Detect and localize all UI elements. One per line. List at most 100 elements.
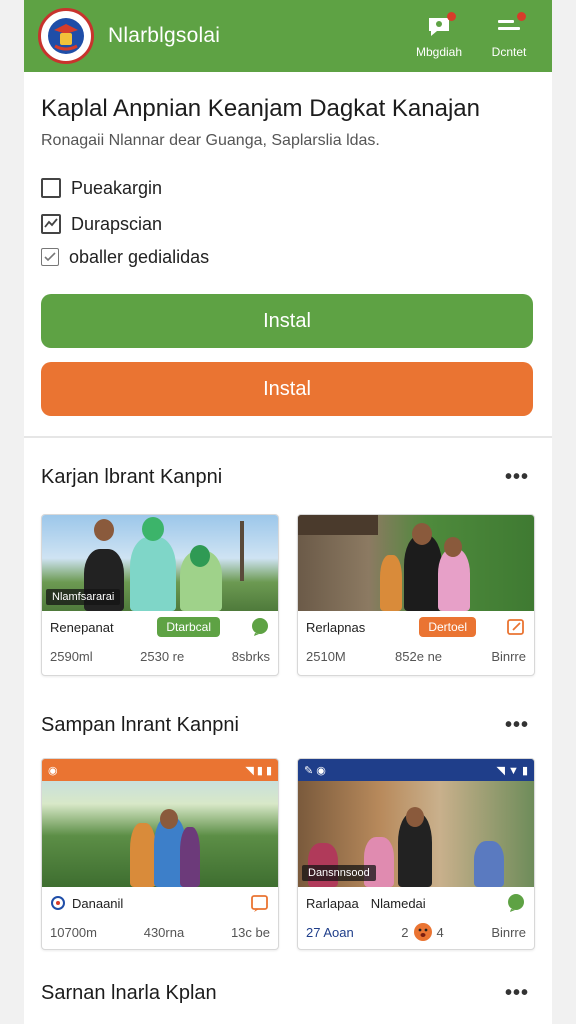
card-title: Rarlapaa (306, 895, 359, 911)
edit-icon[interactable] (506, 617, 526, 637)
card-stat: 430rna (143, 924, 185, 940)
card-stat: 4 (436, 924, 444, 940)
card-row: ◉ ◥ ▮ ▮ Danaanil 10700m 430rna 13c be ✎ … (41, 758, 535, 950)
card-row: Nlamfsararai Renepanat Dtarbcal 2590ml 2… (41, 514, 535, 676)
app-logo (38, 8, 94, 64)
app-screen: Nlarblgsolai Mbgdiah Dcntet Kaplal Anpni… (24, 0, 552, 1024)
person-head (94, 519, 114, 541)
section-header: Sarnan lnarla Kplan ••• (41, 970, 535, 1016)
checkbox-label: Durapscian (71, 213, 163, 234)
card-stat: 27 Aoan (306, 924, 354, 940)
section-title: Sarnan lnarla Kplan (41, 981, 217, 1004)
checkbox-unchecked[interactable] (41, 178, 61, 198)
notification-badge (447, 11, 456, 21)
person-figure (130, 537, 176, 611)
person-head (160, 809, 178, 829)
section-2: Sampan lnrant Kanpni ••• ◉ ◥ ▮ ▮ Danaani… (24, 702, 552, 950)
section-header: Karjan lbrant Kanpni ••• (41, 454, 535, 500)
checkmark-icon (44, 252, 56, 262)
person-figure (180, 827, 200, 887)
app-dot-icon (51, 896, 65, 910)
card-stat: Binrre (491, 924, 526, 940)
menu-badge (517, 11, 526, 21)
checkbox-checked[interactable] (41, 248, 59, 266)
person-figure (474, 841, 504, 887)
reaction-group: 2 4 (401, 922, 444, 942)
more-options-button[interactable]: ••• (505, 714, 535, 737)
card-status-pill[interactable]: Dertoel (419, 617, 476, 637)
card-thumbnail (298, 515, 534, 611)
checkbox-list: Pueakargin Durapscian oballer gedialidas (41, 170, 535, 272)
card-stat: 2590ml (50, 648, 93, 664)
checkmark-icon (44, 218, 58, 228)
content-card[interactable]: ◉ ◥ ▮ ▮ Danaanil 10700m 430rna 13c be (41, 758, 279, 950)
checkbox-row[interactable]: Pueakargin (41, 170, 535, 206)
card-stat: 8sbrks (231, 648, 270, 664)
palm-tree (240, 521, 244, 581)
card-status-pill[interactable]: Dtarbcal (157, 617, 220, 637)
card-stats: 2510M 852e ne Binrre (298, 643, 534, 669)
chat-icon[interactable] (506, 893, 526, 913)
signal-icons: ◥ ▮ ▮ (245, 764, 272, 777)
person-head (190, 545, 210, 567)
app-title: Nlarblgsolai (108, 24, 221, 47)
messages-button[interactable]: Mbgdiah (410, 11, 468, 59)
thumbnail-tag: Nlamfsararai (46, 589, 121, 605)
card-title-row: Rerlapnas Dertoel (298, 611, 534, 643)
card-title: Rerlapnas (306, 619, 366, 635)
menu-button[interactable]: Dcntet (480, 11, 538, 59)
install-button-secondary[interactable]: Instal (41, 362, 533, 416)
signal-icons: ◥ ▼ ▮ (496, 764, 528, 777)
card-stats: 10700m 430rna 13c be (42, 919, 278, 945)
person-head (406, 807, 424, 827)
section-3: Sarnan lnarla Kplan ••• (24, 970, 552, 1016)
menu-label: Dcntet (491, 44, 527, 59)
thumbnail-tag: Dansnnsood (302, 865, 376, 881)
card-title-row: Danaanil (42, 887, 278, 919)
person-figure (380, 555, 402, 611)
status-bar: ◉ ◥ ▮ ▮ (42, 759, 278, 781)
intro-panel: Kaplal Anpnian Keanjam Dagkat Kanajan Ro… (24, 72, 552, 416)
app-dot-icon: ◉ (48, 764, 58, 777)
chat-icon[interactable] (250, 617, 270, 637)
content-card[interactable]: Nlamfsararai Renepanat Dtarbcal 2590ml 2… (41, 514, 279, 676)
section-1: Karjan lbrant Kanpni ••• Nlamfsararai Re… (24, 454, 552, 676)
divider (24, 436, 552, 438)
card-title-row: Rarlapaa Nlamedai (298, 887, 534, 919)
card-stat: 10700m (50, 924, 97, 940)
card-thumbnail: ◉ ◥ ▮ ▮ (42, 759, 278, 887)
section-title: Sampan lnrant Kanpni (41, 713, 239, 736)
emoji-icon[interactable] (413, 922, 433, 942)
section-title: Karjan lbrant Kanpni (41, 465, 223, 488)
person-figure (130, 823, 156, 887)
checkbox-checked[interactable] (41, 214, 61, 234)
intro-title: Kaplal Anpnian Keanjam Dagkat Kanajan (41, 95, 480, 122)
more-options-button[interactable]: ••• (505, 466, 535, 489)
card-subtitle: Nlamedai (370, 895, 426, 911)
checkbox-label: oballer gedialidas (69, 246, 210, 267)
section-header: Sampan lnrant Kanpni ••• (41, 702, 535, 748)
content-card[interactable]: ✎ ◉ ◥ ▼ ▮ Dansnnsood Rarlapaa Nlamedai 2… (297, 758, 535, 950)
card-stat: 2530 re (140, 648, 185, 664)
app-header: Nlarblgsolai Mbgdiah Dcntet (24, 0, 552, 72)
intro-subtitle: Ronagaii Nlannar dear Guanga, Saplarslia… (41, 132, 380, 149)
checkbox-row[interactable]: oballer gedialidas (41, 242, 535, 272)
content-card[interactable]: Rerlapnas Dertoel 2510M 852e ne Binrre (297, 514, 535, 676)
more-options-button[interactable]: ••• (505, 982, 535, 1005)
checkbox-row[interactable]: Durapscian (41, 206, 535, 242)
app-dot-icon: ✎ ◉ (304, 764, 326, 777)
person-head (444, 537, 462, 557)
card-stat: 2510M (306, 648, 346, 664)
card-stats: 27 Aoan 2 4 Binrre (298, 919, 534, 945)
edit-icon[interactable] (250, 893, 270, 913)
card-stat: Binrre (491, 648, 526, 664)
person-figure (438, 549, 470, 611)
install-button-primary[interactable]: Instal (41, 294, 533, 348)
card-stat: 13c be (230, 924, 270, 940)
card-title: Danaanil (72, 895, 124, 911)
person-figure (404, 535, 442, 611)
card-title: Renepanat (50, 619, 114, 635)
card-stats: 2590ml 2530 re 8sbrks (42, 643, 278, 669)
card-stat: 2 (401, 924, 409, 940)
card-thumbnail: Nlamfsararai (42, 515, 278, 611)
